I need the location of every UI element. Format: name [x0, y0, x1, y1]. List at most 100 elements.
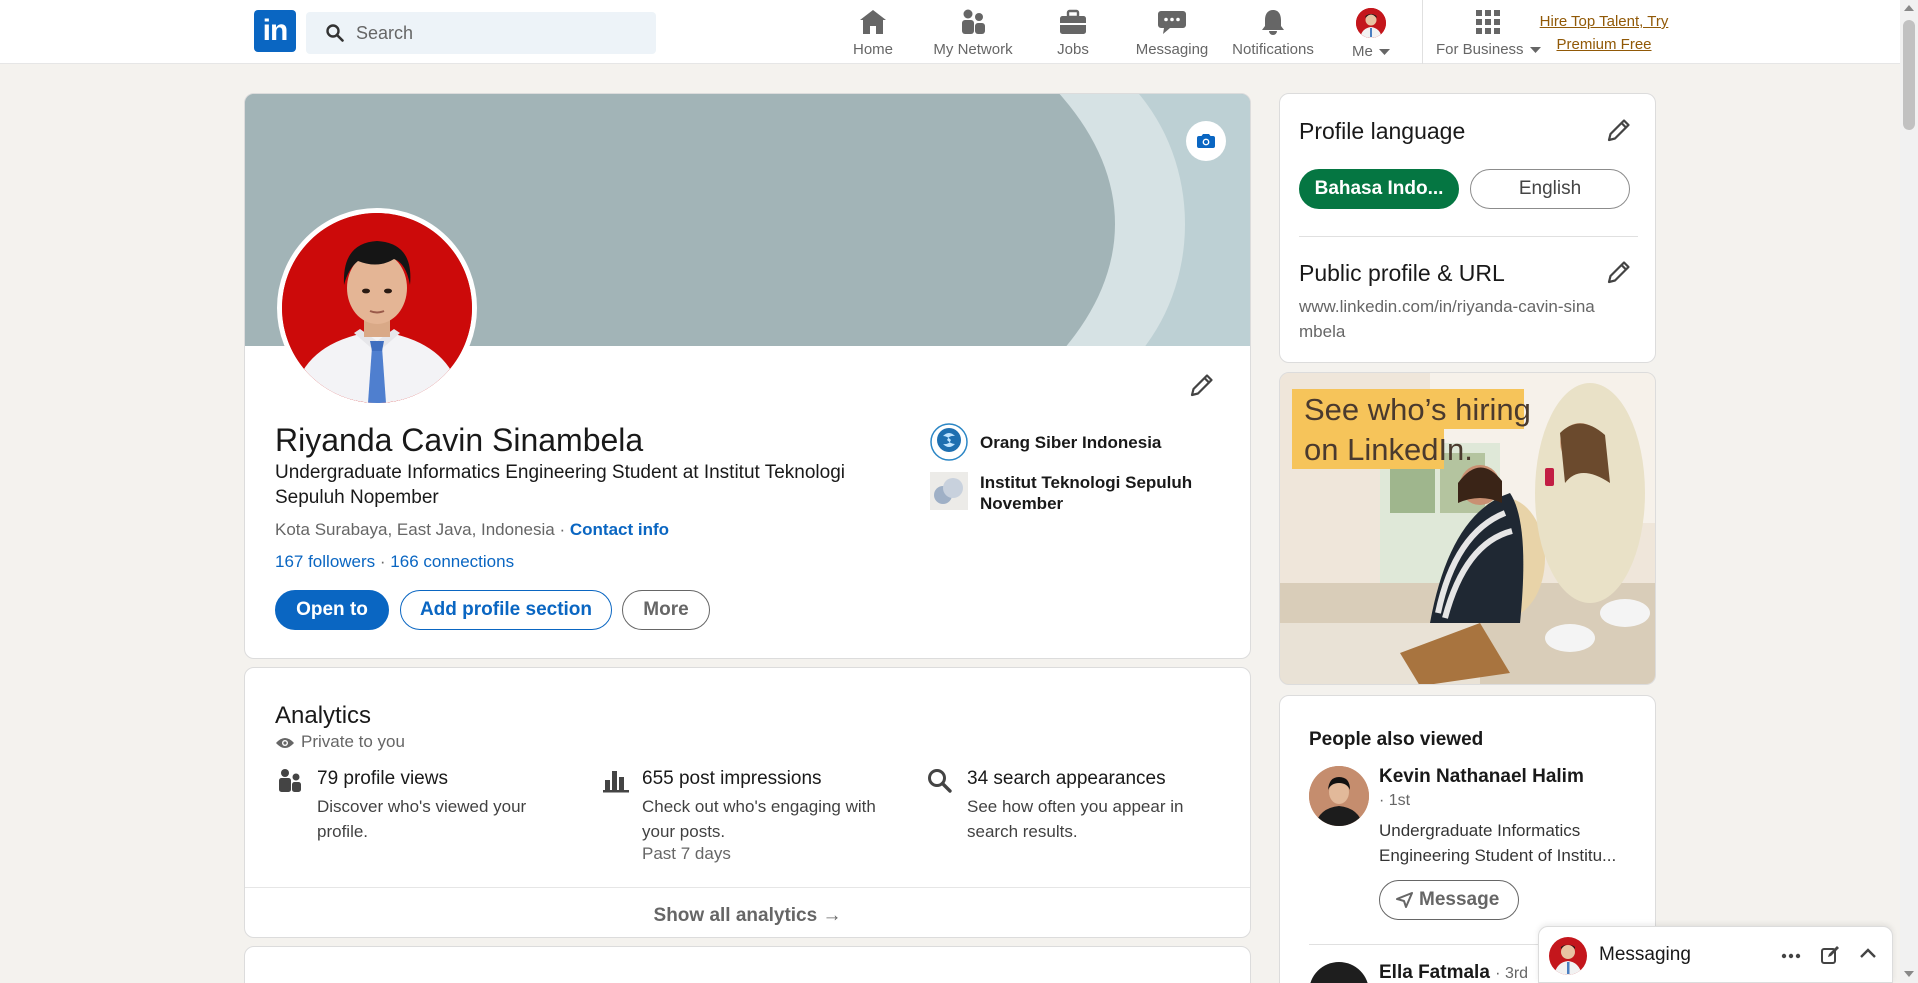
- analytics-title: Analytics: [275, 702, 372, 729]
- nav-me-label: Me: [1346, 43, 1396, 60]
- send-icon: [1396, 891, 1413, 908]
- profile-photo[interactable]: [277, 208, 477, 408]
- scroll-up-arrow-icon[interactable]: [1904, 4, 1914, 12]
- profile-settings-card: Profile language Bahasa Indo... English …: [1279, 93, 1656, 363]
- search-box[interactable]: [306, 12, 656, 54]
- nav-notifications-label: Notifications: [1232, 41, 1314, 58]
- eye-icon: [276, 737, 294, 748]
- network-stats: 167 followers · 166 connections: [275, 552, 514, 572]
- stat-note: Past 7 days: [642, 844, 731, 863]
- more-options-icon[interactable]: [1781, 953, 1801, 959]
- messaging-label: Messaging: [1599, 944, 1691, 965]
- org-name: Institut Teknologi Sepuluh November: [980, 473, 1193, 513]
- nav-messaging[interactable]: Messaging: [1134, 8, 1210, 60]
- edit-intro-pencil-icon[interactable]: [1189, 372, 1215, 398]
- add-profile-section-button[interactable]: Add profile section: [400, 590, 612, 630]
- analytics-card: Analytics Private to you 79 profile view…: [244, 667, 1251, 938]
- analytics-privacy: Private to you: [275, 732, 405, 752]
- stat-title: 655 post impressions: [642, 768, 822, 789]
- divider: [1299, 236, 1638, 237]
- nav-divider: [1422, 0, 1423, 64]
- search-icon: [928, 769, 952, 793]
- edit-url-pencil-icon[interactable]: [1606, 259, 1632, 285]
- chat-icon: [1158, 11, 1186, 34]
- nav-notifications[interactable]: Notifications: [1228, 8, 1318, 60]
- more-button[interactable]: More: [622, 590, 710, 630]
- nav-me[interactable]: Me: [1346, 8, 1396, 60]
- person-name: Ella Fatmala · 3rd: [1379, 962, 1529, 983]
- stat-desc: See how often you appear in search resul…: [967, 797, 1184, 841]
- public-profile-title: Public profile & URL: [1299, 260, 1505, 286]
- avatar: [1549, 937, 1587, 975]
- messaging-overlay[interactable]: Messaging: [1538, 926, 1893, 983]
- top-navigation: in Home My Network Jobs Messagi: [0, 0, 1918, 64]
- premium-line-1: Hire Top Talent, Try: [1539, 13, 1669, 30]
- scroll-down-arrow-icon[interactable]: [1904, 970, 1914, 978]
- profile-language-title: Profile language: [1299, 118, 1466, 144]
- person-avatar: [1309, 962, 1369, 983]
- person-name: Kevin Nathanael Halim: [1379, 766, 1584, 787]
- nav-home-label: Home: [852, 41, 893, 58]
- edit-cover-button[interactable]: [1186, 121, 1226, 161]
- people-also-viewed-title: People also viewed: [1309, 729, 1484, 750]
- person-headline: Undergraduate Informatics Engineering St…: [1379, 821, 1617, 865]
- page-scrollbar[interactable]: [1900, 0, 1918, 983]
- stat-desc: Check out who's engaging with your posts…: [642, 797, 876, 841]
- chevron-up-icon[interactable]: [1859, 947, 1877, 959]
- profile-card: Riyanda Cavin Sinambela Undergraduate In…: [244, 93, 1251, 659]
- nav-for-business[interactable]: For Business: [1436, 8, 1541, 60]
- separator: ·: [375, 552, 391, 571]
- its-logo: [930, 472, 968, 510]
- message-button[interactable]: Message: [1379, 880, 1519, 920]
- avatar: [1356, 8, 1386, 38]
- premium-link[interactable]: Hire Top Talent, Try Premium Free: [1534, 10, 1674, 56]
- compose-icon[interactable]: [1820, 945, 1840, 965]
- ad-banner[interactable]: See who’s hiring on LinkedIn.: [1279, 372, 1656, 685]
- nav-my-network-label: My Network: [933, 41, 1013, 58]
- home-icon: [860, 10, 886, 34]
- edit-language-pencil-icon[interactable]: [1606, 117, 1632, 143]
- network-icon: [962, 9, 985, 34]
- grid-icon: [1476, 10, 1500, 34]
- stat-title: 79 profile views: [317, 768, 448, 789]
- language-option-bahasa[interactable]: Bahasa Indo...: [1299, 169, 1459, 209]
- stat-desc: Discover who's viewed your profile.: [317, 797, 527, 841]
- search-icon: [326, 24, 344, 42]
- nav-jobs[interactable]: Jobs: [1048, 8, 1098, 60]
- orang-siber-logo: [930, 423, 968, 461]
- caret-down-icon: [1379, 49, 1390, 56]
- premium-line-2: Premium Free: [1556, 36, 1652, 53]
- next-section-card: [244, 946, 1251, 983]
- ad-headline: See who’s hiring on LinkedIn.: [1304, 392, 1531, 467]
- people-icon: [279, 769, 301, 792]
- briefcase-icon: [1060, 9, 1086, 34]
- open-to-button[interactable]: Open to: [275, 590, 389, 630]
- contact-info-link[interactable]: Contact info: [570, 520, 669, 539]
- nav-my-network[interactable]: My Network: [930, 8, 1016, 60]
- person-degree: · 3rd: [1495, 965, 1529, 982]
- profile-headline: Undergraduate Informatics Engineering St…: [275, 462, 845, 508]
- connections-link[interactable]: 166 connections: [390, 552, 514, 571]
- person-avatar: [1309, 766, 1369, 826]
- stat-title: 34 search appearances: [967, 768, 1166, 789]
- person-degree: · 1st: [1379, 792, 1411, 809]
- nav-home[interactable]: Home: [845, 8, 901, 60]
- person-item[interactable]: Kevin Nathanael Halim · 1st Undergraduat…: [1309, 766, 1639, 926]
- org-name: Orang Siber Indonesia: [980, 433, 1162, 452]
- profile-name: Riyanda Cavin Sinambela: [275, 422, 644, 458]
- linkedin-logo[interactable]: in: [254, 10, 296, 52]
- profile-location: Kota Surabaya, East Java, Indonesia: [275, 520, 555, 539]
- scrollbar-thumb[interactable]: [1903, 20, 1915, 130]
- camera-icon: [1197, 134, 1215, 148]
- public-profile-url[interactable]: www.linkedin.com/in/riyanda-cavin-sinamb…: [1299, 294, 1599, 344]
- followers-link[interactable]: 167 followers: [275, 552, 375, 571]
- bell-icon: [1262, 10, 1284, 35]
- profile-location-row: Kota Surabaya, East Java, Indonesia · Co…: [275, 520, 669, 540]
- nav-messaging-label: Messaging: [1135, 41, 1209, 58]
- search-input[interactable]: [356, 12, 646, 54]
- nav-jobs-label: Jobs: [1057, 41, 1089, 58]
- show-all-analytics-button[interactable]: Show all analytics →: [245, 887, 1250, 937]
- nav-for-business-label: For Business: [1436, 41, 1541, 58]
- language-option-english[interactable]: English: [1470, 169, 1630, 209]
- separator: ·: [554, 520, 570, 539]
